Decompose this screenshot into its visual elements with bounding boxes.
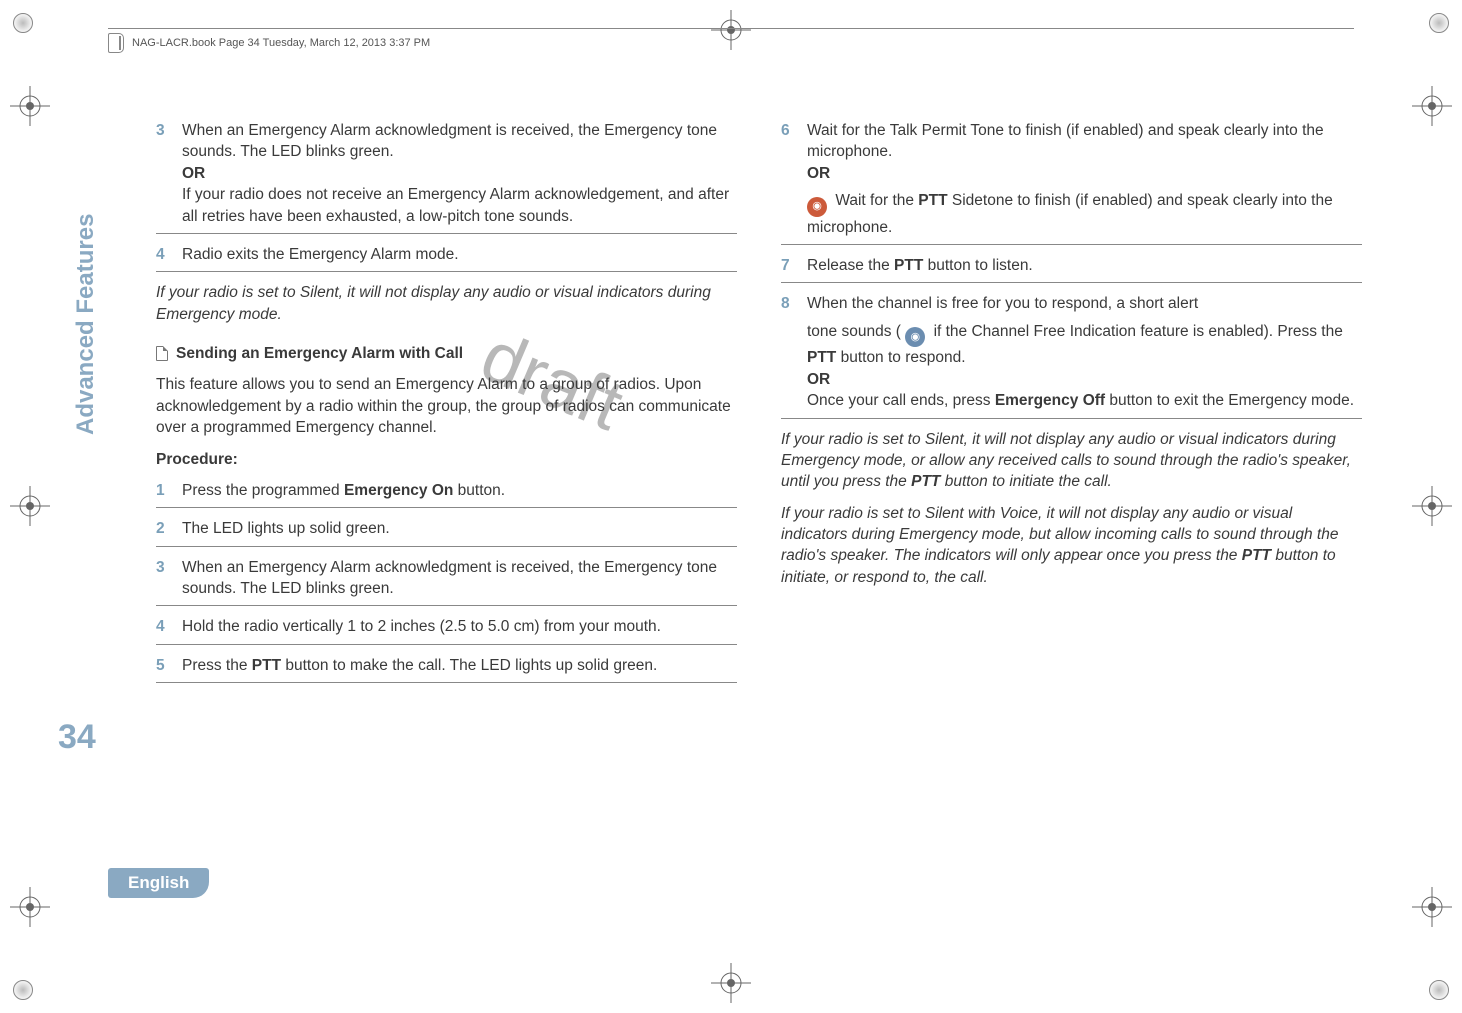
ptt-icon: ◉ [807,197,827,217]
procedure-step-2: 2 The LED lights up solid green. [156,518,737,539]
procedure-label: Procedure: [156,449,737,470]
silent-note-2: If your radio is set to Silent with Voic… [781,503,1362,589]
step-bold: PTT [252,657,281,674]
document-icon [156,346,168,361]
step-bold: PTT [894,257,923,274]
registration-mark-icon [1412,887,1452,927]
step-number: 5 [156,655,170,676]
step-number: 2 [156,518,170,539]
divider [781,418,1362,419]
step-text: Hold the radio vertically 1 to 2 inches … [182,616,737,637]
registration-mark-icon [1412,86,1452,126]
step-bold: Emergency On [344,482,453,499]
divider [781,244,1362,245]
divider [156,507,737,508]
step-text: If your radio does not receive an Emerge… [182,186,729,224]
step-text: button. [453,482,505,499]
step-text: Radio exits the Emergency Alarm mode. [182,244,737,265]
step-4: 4 Radio exits the Emergency Alarm mode. [156,244,737,265]
intro-text: This feature allows you to send an Emerg… [156,374,737,438]
crop-corner-icon [1424,975,1454,1005]
procedure-step-1: 1 Press the programmed Emergency On butt… [156,480,737,501]
registration-mark-icon [10,486,50,526]
registration-mark-icon [711,963,751,1003]
registration-mark-icon [10,887,50,927]
step-number: 4 [156,244,170,265]
crop-corner-icon [8,975,38,1005]
step-text: When an Emergency Alarm acknowledgment i… [182,122,717,160]
section-heading: Sending an Emergency Alarm with Call [156,343,737,364]
left-column: 3 When an Emergency Alarm acknowledgment… [100,120,737,893]
procedure-step-3: 3 When an Emergency Alarm acknowledgment… [156,557,737,600]
step-bold: PTT [918,192,947,209]
step-text: When the channel is free for you to resp… [807,295,1198,312]
step-number: 1 [156,480,170,501]
step-text: button to listen. [923,257,1032,274]
heading-text: Sending an Emergency Alarm with Call [176,343,463,364]
step-number: 3 [156,557,170,600]
step-text: Press the [182,657,252,674]
step-number: 6 [781,120,795,238]
step-number: 8 [781,293,795,411]
procedure-step-4: 4 Hold the radio vertically 1 to 2 inche… [156,616,737,637]
step-text: button to make the call. The LED lights … [281,657,657,674]
page-header: NAG-LACR.book Page 34 Tuesday, March 12,… [108,28,1354,53]
note-text: button to initiate the call. [940,473,1111,490]
section-tab: Advanced Features [72,214,100,435]
step-text: Wait for the [835,192,918,209]
crop-corner-icon [1424,8,1454,38]
step-text: if the Channel Free Indication feature i… [934,323,1343,340]
step-bold: Emergency Off [995,392,1105,409]
divider [781,282,1362,283]
divider [156,605,737,606]
or-label: OR [182,165,205,182]
note-bold: PTT [1242,547,1271,564]
registration-mark-icon [10,86,50,126]
step-text: The LED lights up solid green. [182,518,737,539]
step-7: 7 Release the PTT button to listen. [781,255,1362,276]
step-text: When an Emergency Alarm acknowledgment i… [182,557,737,600]
step-8: 8 When the channel is free for you to re… [781,293,1362,411]
channel-free-icon: ◉ [905,327,925,347]
step-text: button to exit the Emergency mode. [1105,392,1354,409]
registration-mark-icon [1412,486,1452,526]
silent-note: If your radio is set to Silent, it will … [156,282,737,325]
or-label: OR [807,371,830,388]
divider [156,546,737,547]
procedure-step-5: 5 Press the PTT button to make the call.… [156,655,737,676]
right-column: 6 Wait for the Talk Permit Tone to finis… [781,120,1362,893]
header-filename: NAG-LACR.book Page 34 Tuesday, March 12,… [132,37,430,49]
divider [156,644,737,645]
step-text: button to respond. [836,349,965,366]
step-number: 7 [781,255,795,276]
silent-note-1: If your radio is set to Silent, it will … [781,429,1362,493]
step-text: Press the programmed [182,482,344,499]
crop-corner-icon [8,8,38,38]
step-text: Wait for the Talk Permit Tone to finish … [807,122,1324,160]
divider [156,233,737,234]
step-6: 6 Wait for the Talk Permit Tone to finis… [781,120,1362,238]
step-3: 3 When an Emergency Alarm acknowledgment… [156,120,737,227]
step-text: Release the [807,257,894,274]
or-label: OR [807,165,830,182]
book-icon [108,33,124,53]
step-number: 3 [156,120,170,227]
step-bold: PTT [807,349,836,366]
step-text: Once your call ends, press [807,392,995,409]
note-bold: PTT [911,473,940,490]
divider [156,271,737,272]
step-number: 4 [156,616,170,637]
divider [156,682,737,683]
step-text: tone sounds ( [807,323,901,340]
page-number: 34 [58,718,96,757]
